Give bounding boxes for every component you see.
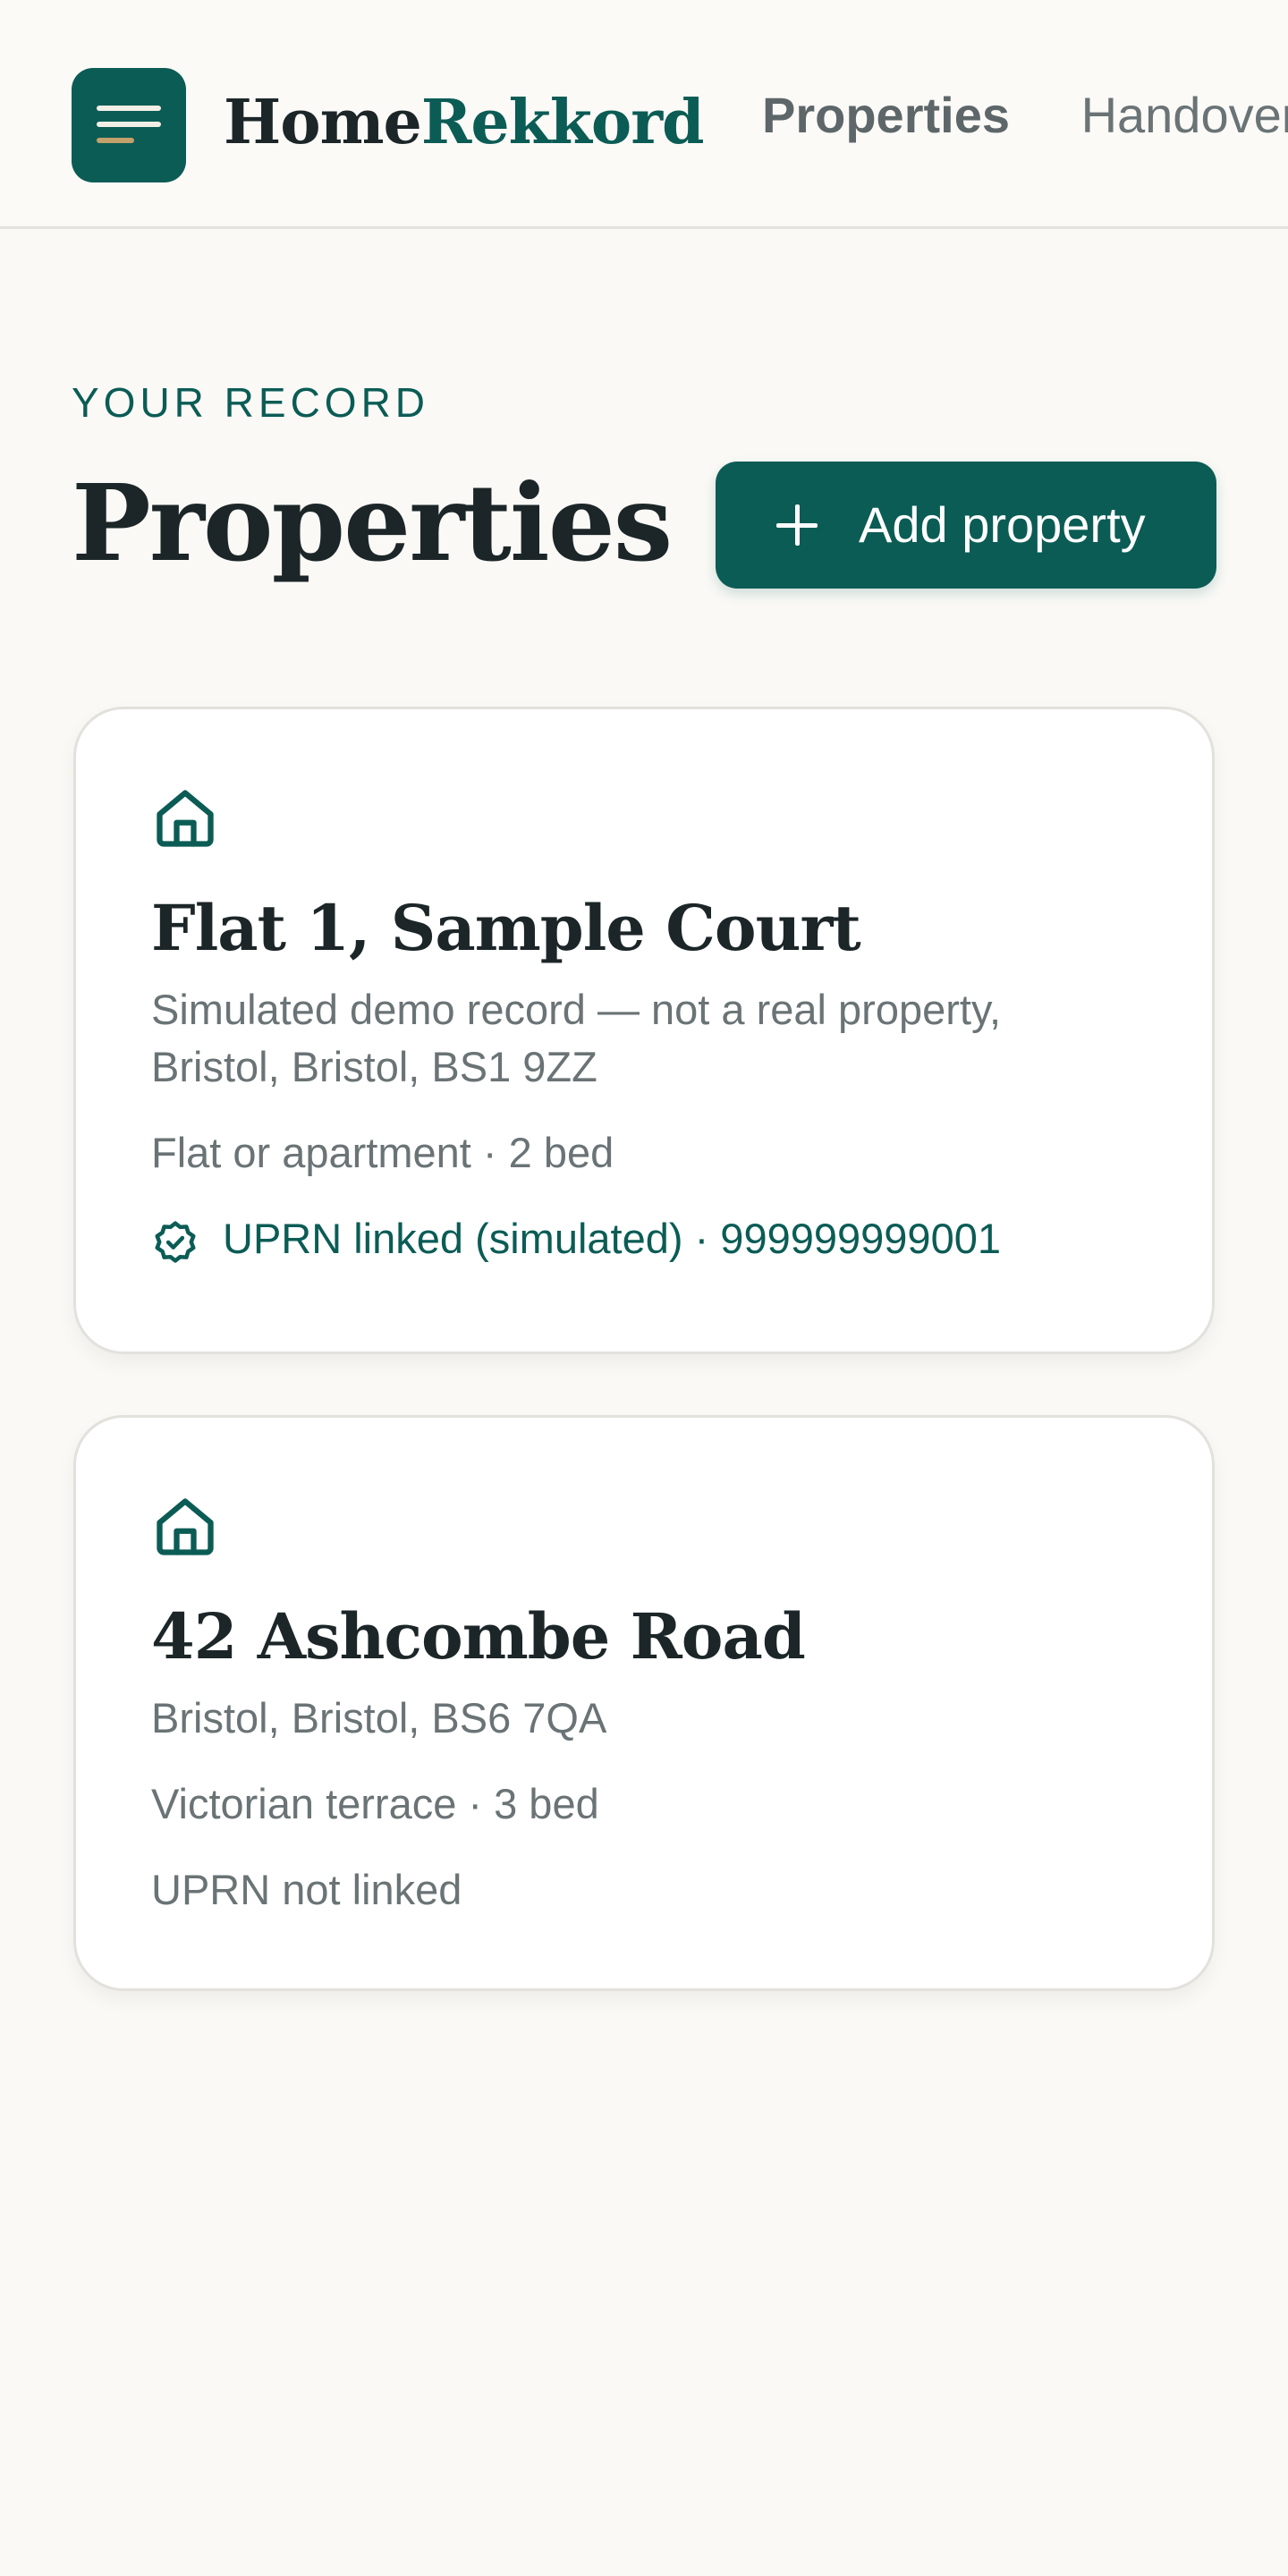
nav-item-properties[interactable]: Properties xyxy=(762,84,1010,147)
property-title: Flat 1, Sample Court xyxy=(151,891,861,965)
property-address-line-2: Bristol, Bristol, BS1 9ZZ xyxy=(151,1043,597,1090)
plus-icon xyxy=(776,504,818,546)
brand-name-home: Home xyxy=(224,87,422,158)
property-address-line-1: Simulated demo record — not a real prope… xyxy=(151,986,1002,1033)
property-address-line-1: Bristol, Bristol, BS6 7QA xyxy=(151,1694,607,1741)
brand-name-rekkord: Rekkord xyxy=(420,87,705,158)
property-details: Victorian terrace · 3 bed xyxy=(151,1780,599,1827)
uprn-status: UPRN not linked xyxy=(151,1866,462,1913)
uprn-status: UPRN linked (simulated) · 999999999001 xyxy=(151,1210,1135,1267)
add-property-button[interactable]: Add property xyxy=(716,462,1216,589)
property-card[interactable]: 42 Ashcombe Road Bristol, Bristol, BS6 7… xyxy=(73,1415,1215,1991)
menu-icon-bar xyxy=(97,122,161,127)
uprn-status-label: UPRN linked (simulated) · 999999999001 xyxy=(223,1215,1001,1262)
property-title: 42 Ashcombe Road xyxy=(151,1599,806,1674)
section-eyebrow: YOUR RECORD xyxy=(72,379,430,426)
page-title: Properties xyxy=(72,461,673,585)
check-badge-icon xyxy=(155,1221,196,1263)
house-icon xyxy=(157,1498,214,1555)
menu-icon-bar xyxy=(97,138,134,143)
menu-icon-bar xyxy=(97,106,161,111)
nav-item-handovers[interactable]: Handovers xyxy=(1081,84,1288,147)
add-property-label: Add property xyxy=(859,496,1146,553)
property-details: Flat or apartment · 2 bed xyxy=(151,1129,614,1176)
top-nav-bar: HomeRekkord Properties Handovers xyxy=(0,0,1288,229)
house-icon xyxy=(157,790,214,847)
brand-logo[interactable]: HomeRekkord xyxy=(224,82,705,163)
menu-icon[interactable] xyxy=(72,68,186,182)
main-nav: Properties Handovers xyxy=(762,84,1288,147)
property-card[interactable]: Flat 1, Sample Court Simulated demo reco… xyxy=(73,707,1215,1354)
